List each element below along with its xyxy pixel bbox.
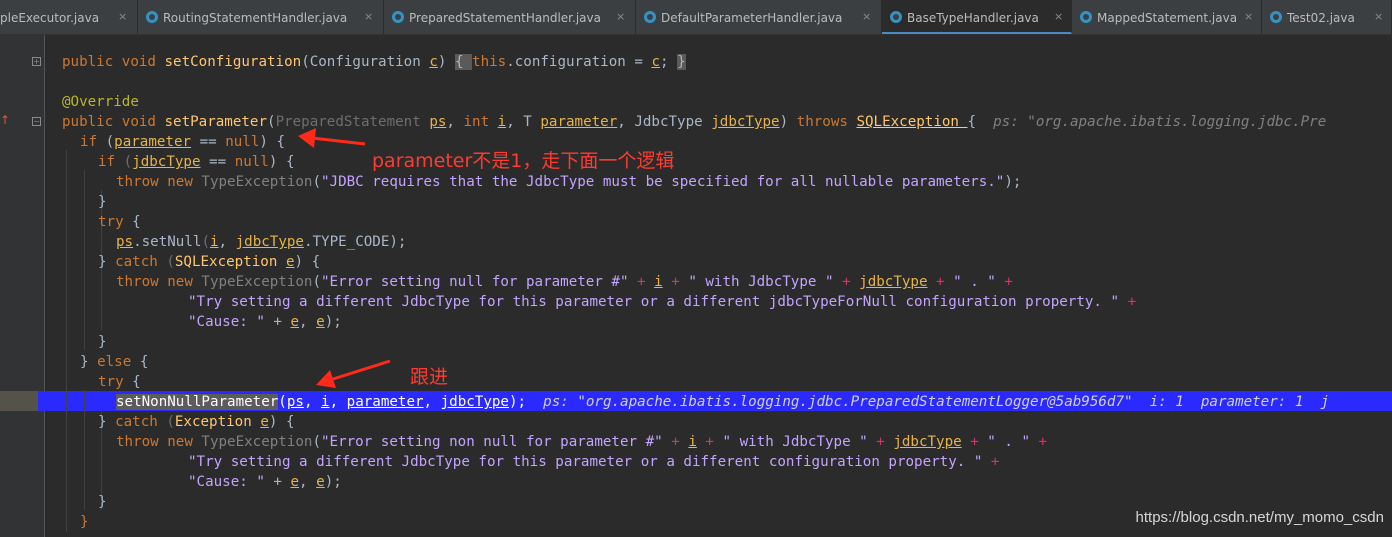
annotation-note: parameter不是1，走下面一个逻辑 [372,150,675,172]
watermark-text: https://blog.csdn.net/my_momo_csdn [1135,509,1384,526]
annotation-note: 跟进 [410,366,449,388]
annotation-arrows [298,128,391,388]
red-arrow-icon [298,128,366,148]
red-arrow-icon [316,359,391,388]
